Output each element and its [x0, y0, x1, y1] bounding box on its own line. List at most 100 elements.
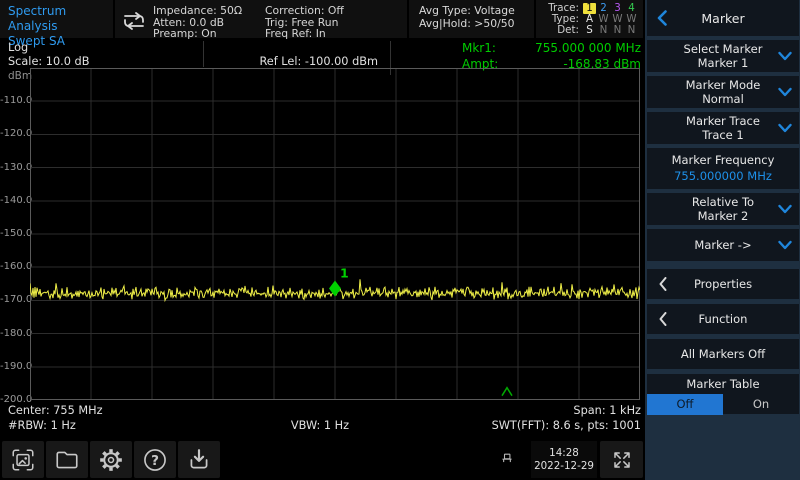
marker-menu-header[interactable]: Marker: [647, 0, 799, 36]
marker-trace-value: Trace 1: [647, 128, 799, 142]
marker-table-toggle: Marker Table Off On: [647, 374, 799, 414]
avg-type-readout: Avg Type: Voltage: [419, 5, 534, 18]
time: 14:28: [549, 447, 579, 460]
screenshot-icon: [10, 447, 36, 473]
marker-trace-label: Marker Trace: [647, 114, 799, 128]
marker-frequency-value: 755.000000 MHz: [647, 168, 799, 184]
divider: [203, 41, 204, 67]
usb-device-icon: [497, 450, 517, 470]
chevron-down-icon: [778, 88, 792, 97]
all-markers-off-button[interactable]: All Markers Off: [647, 339, 799, 369]
trace-table-cell: S: [583, 25, 596, 36]
usb-device-status: [487, 441, 527, 478]
y-tick-label: -130.0: [0, 162, 27, 174]
trace-table-cell: N: [611, 25, 624, 36]
marker-trace-dropdown[interactable]: Marker Trace Trace 1: [647, 112, 799, 144]
file-manager-button[interactable]: [46, 441, 88, 478]
marker-frequency-field[interactable]: Marker Frequency 755.000000 MHz: [647, 148, 799, 189]
trace-table-cell: N: [625, 25, 638, 36]
trace-table-cell: W: [625, 14, 638, 25]
y-tick-label: -170.0: [0, 294, 27, 306]
marker-mode-label: Marker Mode: [647, 78, 799, 92]
screenshot-button[interactable]: [2, 441, 44, 478]
properties-submenu[interactable]: Properties: [647, 269, 799, 299]
rbw-readout: #RBW: 1 Hz: [8, 419, 76, 432]
date: 2022-12-29: [534, 460, 594, 473]
chevron-down-icon: [778, 52, 792, 61]
trace-table-row-label: Type:: [541, 14, 579, 25]
marker-mode-dropdown[interactable]: Marker Mode Normal: [647, 76, 799, 108]
trace-table-cell: A: [583, 14, 596, 25]
center-freq-readout: Center: 755 MHz: [8, 404, 103, 417]
marker-freq-value: 755.000 000 MHz: [480, 41, 641, 55]
average-readouts: Avg Type: Voltage Avg|Hold: >50/50: [409, 0, 534, 38]
preamp-readout: Preamp: On: [153, 28, 265, 40]
marker-mode-value: Normal: [647, 92, 799, 106]
log-scale-type: Log: [8, 41, 28, 54]
save-icon: [186, 447, 212, 473]
clock[interactable]: 14:28 2022-12-29: [531, 441, 597, 478]
mode-title[interactable]: Spectrum Analysis Swept SA: [0, 0, 113, 38]
select-marker-value: Marker 1: [647, 56, 799, 70]
trace-table-row: Det:SNNN: [536, 25, 638, 36]
marker-table-switch: Off On: [647, 394, 799, 415]
avg-hold-readout: Avg|Hold: >50/50: [419, 18, 534, 31]
function-label: Function: [699, 312, 748, 326]
y-tick-label: -120.0: [0, 128, 27, 140]
sweep-time-readout: SWT(FFT): 8.6 s, pts: 1001: [430, 419, 641, 432]
marker-menu-title: Marker: [701, 11, 744, 26]
scale-readout: Scale: 10.0 dB: [8, 55, 89, 68]
marker-table-off-option[interactable]: Off: [647, 394, 723, 415]
chevron-down-icon: [778, 205, 792, 214]
y-tick-label: -140.0: [0, 195, 27, 207]
function-submenu[interactable]: Function: [647, 304, 799, 334]
back-chevron-icon[interactable]: [657, 10, 667, 26]
continuous-sweep-icon[interactable]: [115, 3, 153, 38]
save-button[interactable]: [178, 441, 220, 478]
chevron-left-icon: [659, 277, 667, 291]
sidebar-marker-menu: Marker Select Marker Marker 1 Marker Mod…: [645, 0, 800, 480]
marker-table-label: Marker Table: [647, 377, 799, 391]
trace-table-row-label: Det:: [541, 25, 579, 36]
marker-to-dropdown[interactable]: Marker ->: [647, 229, 799, 261]
help-button[interactable]: ?: [134, 441, 176, 478]
trace-table-cell: W: [611, 14, 624, 25]
y-tick-label: -180.0: [0, 328, 27, 340]
gear-icon: [98, 447, 124, 473]
folder-icon: [54, 447, 80, 473]
select-marker-dropdown[interactable]: Select Marker Marker 1: [647, 40, 799, 72]
chevron-down-icon: [778, 241, 792, 250]
svg-text:1: 1: [340, 266, 349, 281]
y-tick-label: -150.0: [0, 228, 27, 240]
help-icon: ?: [142, 447, 168, 473]
input-readouts: Impedance: 50Ω Atten: 0.0 dB Preamp: On: [153, 3, 265, 38]
marker-table-on-option[interactable]: On: [723, 394, 799, 415]
y-tick-label: -160.0: [0, 261, 27, 273]
marker-to-label: Marker ->: [694, 238, 751, 252]
mode-line1: Spectrum Analysis: [8, 4, 113, 34]
relative-to-value: Marker 2: [647, 209, 799, 223]
relative-to-label: Relative To: [647, 195, 799, 209]
marker-frequency-label: Marker Frequency: [647, 152, 799, 168]
y-unit-label: dBm: [8, 70, 32, 82]
trace-table-cell: N: [597, 25, 610, 36]
spectrum-analyzer-screen: Spectrum Analysis Swept SA Impedance: 50…: [0, 0, 800, 480]
spectrum-plot[interactable]: 1: [30, 68, 640, 400]
chevron-down-icon: [778, 124, 792, 133]
trace-table-row: Type:AWWW: [536, 14, 638, 25]
settings-button[interactable]: [90, 441, 132, 478]
y-tick-label: -190.0: [0, 361, 27, 373]
input-settings-panel: Impedance: 50Ω Atten: 0.0 dB Preamp: On …: [115, 0, 407, 38]
trace-status-table[interactable]: Trace:1234Type:AWWWDet:SNNN: [536, 0, 643, 38]
y-tick-label: -110.0: [0, 95, 27, 107]
svg-text:?: ?: [151, 452, 159, 468]
all-markers-off-label: All Markers Off: [681, 347, 765, 361]
fullscreen-button[interactable]: [600, 441, 643, 478]
topbar: Spectrum Analysis Swept SA Impedance: 50…: [0, 0, 645, 38]
relative-to-dropdown[interactable]: Relative To Marker 2: [647, 193, 799, 225]
freq-ref-readout: Freq Ref: In: [265, 28, 385, 40]
chevron-left-icon: [659, 312, 667, 326]
trigger-readouts: Correction: Off Trig: Free Run Freq Ref:…: [265, 3, 385, 38]
trace-table-cell: W: [597, 14, 610, 25]
select-marker-label: Select Marker: [647, 42, 799, 56]
